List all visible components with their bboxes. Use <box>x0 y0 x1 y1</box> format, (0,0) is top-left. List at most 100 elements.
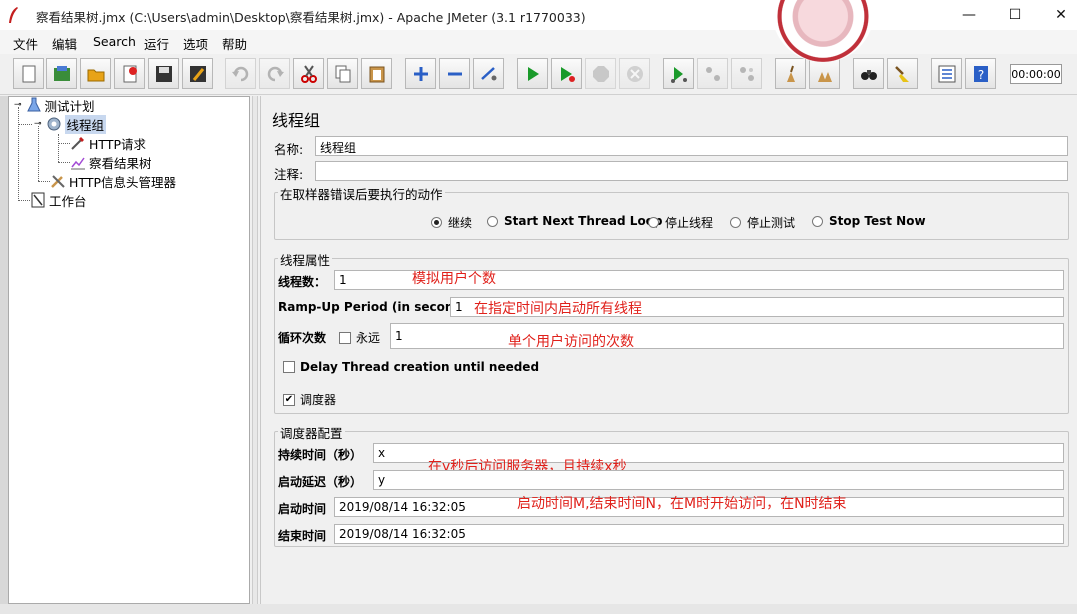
shutdown-icon <box>626 65 643 82</box>
menu-edit[interactable]: 编辑 <box>52 34 77 53</box>
remote-stop-icon <box>705 66 720 81</box>
help-icon: ? <box>973 65 988 82</box>
new-button[interactable] <box>13 58 44 89</box>
redo-button[interactable] <box>259 58 290 89</box>
save-as-button[interactable] <box>182 58 213 89</box>
tree-item-label: 测试计划 <box>44 98 95 114</box>
checkbox-label: 永远 <box>356 331 381 345</box>
expand-all-button[interactable] <box>405 58 436 89</box>
radio-dot <box>648 217 659 228</box>
toggle-icon <box>480 66 496 80</box>
toolbar: ? 00:00:00 <box>0 54 1077 95</box>
new-icon <box>22 65 35 82</box>
title-bar: 察看结果树.jmx (C:\Users\admin\Desktop\察看结果树.… <box>0 0 1077 31</box>
toggle-button[interactable] <box>473 58 504 89</box>
undo-button[interactable] <box>225 58 256 89</box>
start-no-pause-button[interactable] <box>551 58 582 89</box>
remote-stop-button[interactable] <box>697 58 728 89</box>
loop-count-field[interactable]: 1 <box>390 323 1064 349</box>
checkbox-box <box>283 361 295 373</box>
tree-connector <box>58 134 59 162</box>
jmeter-feather-icon <box>9 7 18 23</box>
annotation-rampup: 在指定时间内启动所有线程 <box>474 301 642 317</box>
start-button[interactable] <box>517 58 548 89</box>
thread-count-label: 线程数： <box>278 275 327 289</box>
end-time-field[interactable]: 2019/08/14 16:32:05 <box>334 524 1064 544</box>
loop-count-label: 循环次数 <box>278 331 327 345</box>
tree-item-header-manager[interactable]: HTTP信息头管理器 <box>50 172 176 190</box>
radio-stop-test-now[interactable]: Stop Test Now <box>812 214 926 228</box>
radio-dot <box>431 217 442 228</box>
pipette-icon <box>71 137 84 150</box>
save-button[interactable] <box>148 58 179 89</box>
templates-button[interactable] <box>46 58 77 89</box>
tree-toggle-icon[interactable]: ⊸ <box>14 100 22 110</box>
tree-toggle-icon[interactable]: ⊸ <box>34 119 42 129</box>
copy-button[interactable] <box>327 58 358 89</box>
radio-stop-thread[interactable]: 停止线程 <box>648 214 713 231</box>
broom-icon <box>894 65 909 82</box>
thread-properties-title: 线程属性 <box>278 250 333 269</box>
remote-shutdown-button[interactable] <box>731 58 762 89</box>
comment-field[interactable] <box>315 161 1068 181</box>
scheduler-checkbox[interactable]: ✔ 调度器 <box>283 391 336 408</box>
radio-continue[interactable]: 继续 <box>431 214 472 231</box>
radio-dot <box>812 215 823 227</box>
cut-button[interactable] <box>293 58 324 89</box>
annotation-start-end: 启动时间M,结束时间N，在M时开始访问，在N时结束 <box>517 496 847 512</box>
splitter[interactable] <box>252 96 258 604</box>
status-bar <box>0 604 1077 614</box>
radio-stop-test[interactable]: 停止测试 <box>730 214 795 231</box>
maximize-button[interactable]: ☐ <box>992 0 1038 30</box>
shutdown-button[interactable] <box>619 58 650 89</box>
tree-item-workbench[interactable]: 工作台 <box>30 191 87 209</box>
menu-file[interactable]: 文件 <box>13 34 38 53</box>
paste-icon <box>369 66 384 82</box>
clear-all-button[interactable] <box>809 58 840 89</box>
open-button[interactable] <box>80 58 111 89</box>
startup-delay-field[interactable]: y <box>373 470 1064 490</box>
stop-button[interactable] <box>585 58 616 89</box>
startup-delay-label: 启动延迟（秒） <box>278 475 363 489</box>
start-time-label: 启动时间 <box>278 502 327 516</box>
tree-connector <box>38 126 39 181</box>
radio-dot <box>730 217 741 228</box>
clear-button[interactable] <box>775 58 806 89</box>
reset-search-button[interactable] <box>887 58 918 89</box>
name-field[interactable]: 线程组 <box>315 136 1068 156</box>
check-icon: ✔ <box>283 393 295 406</box>
forever-checkbox[interactable]: 永远 <box>339 329 380 346</box>
minimize-button[interactable]: — <box>946 0 992 30</box>
gear-icon <box>47 117 61 131</box>
delay-thread-checkbox[interactable]: Delay Thread creation until needed <box>283 360 539 374</box>
stop-icon <box>592 65 609 82</box>
menu-options[interactable]: 选项 <box>183 34 208 53</box>
close-file-button[interactable] <box>114 58 145 89</box>
save-as-icon <box>189 65 206 82</box>
elapsed-timer: 00:00:00 <box>1010 64 1062 84</box>
flask-icon <box>26 97 41 112</box>
tree-item-test-plan[interactable]: ⊸ 测试计划 <box>14 96 95 114</box>
search-button[interactable] <box>853 58 884 89</box>
annotation-loop: 单个用户访问的次数 <box>508 334 634 350</box>
close-button[interactable]: ✕ <box>1038 0 1077 30</box>
paste-button[interactable] <box>361 58 392 89</box>
remote-start-button[interactable] <box>663 58 694 89</box>
tree-connector <box>38 181 50 182</box>
function-helper-button[interactable] <box>931 58 962 89</box>
help-button[interactable]: ? <box>965 58 996 89</box>
menu-help[interactable]: 帮助 <box>222 34 247 53</box>
menu-search[interactable]: Search <box>93 34 136 49</box>
list-icon <box>938 65 955 82</box>
tree-connector <box>18 124 32 125</box>
close-file-icon <box>123 65 137 82</box>
checkbox-label: 调度器 <box>300 393 337 407</box>
menu-run[interactable]: 运行 <box>144 34 169 53</box>
radio-start-next-loop[interactable]: Start Next Thread Loop <box>487 214 663 228</box>
panel-title: 线程组 <box>272 111 321 130</box>
collapse-all-button[interactable] <box>439 58 470 89</box>
checkbox-label: Delay Thread creation until needed <box>300 360 540 374</box>
tree-item-results-tree[interactable]: 察看结果树 <box>70 153 152 171</box>
tree-item-http-request[interactable]: HTTP请求 <box>70 134 146 152</box>
tree-item-thread-group[interactable]: ⊸ 线程组 <box>34 114 107 134</box>
